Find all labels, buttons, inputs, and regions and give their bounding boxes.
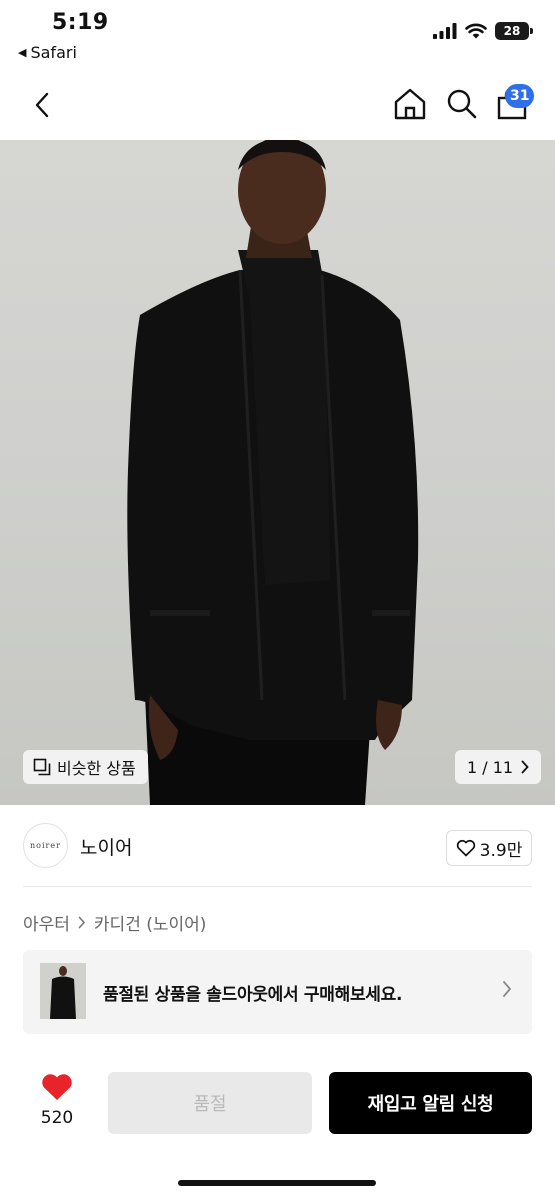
back-triangle-icon: ◀ <box>18 46 27 59</box>
soldout-banner[interactable]: 품절된 상품을 솔드아웃에서 구매해보세요. <box>23 950 532 1034</box>
soldout-button: 품절 <box>108 1072 312 1134</box>
chevron-right-icon <box>503 981 512 997</box>
breadcrumb: 아우터 카디건 (노이어) <box>23 910 206 935</box>
image-counter-label: 1 / 11 <box>467 757 514 777</box>
similar-products-label: 비슷한 상품 <box>57 759 136 778</box>
back-button[interactable] <box>26 88 58 122</box>
model-photo <box>127 140 419 805</box>
home-button[interactable] <box>392 86 428 122</box>
heart-outline-icon <box>456 839 475 857</box>
chevron-right-icon <box>521 760 529 774</box>
chevron-left-icon <box>35 92 49 118</box>
heart-filled-icon <box>42 1074 72 1100</box>
divider <box>23 886 532 887</box>
status-bar: 5:19 ◀ Safari 28 <box>0 0 555 70</box>
image-counter[interactable]: 1 / 11 <box>455 750 542 784</box>
cart-count-badge: 31 <box>505 84 535 108</box>
home-indicator[interactable] <box>178 1180 376 1186</box>
search-icon <box>447 89 477 119</box>
restock-alert-button[interactable]: 재입고 알림 신청 <box>329 1072 532 1134</box>
chevron-right-icon <box>78 916 85 929</box>
back-app-label: Safari <box>30 43 77 62</box>
brand-name[interactable]: 노이어 <box>80 833 132 860</box>
breadcrumb-cardigan[interactable]: 카디건 (노이어) <box>94 910 207 935</box>
brand-row: noirer 노이어 3.9만 <box>0 805 555 887</box>
product-like-count: 520 <box>40 1108 74 1128</box>
brand-like-count: 3.9만 <box>479 840 523 861</box>
status-time: 5:19 <box>52 10 109 35</box>
system-icons: 28 <box>433 22 533 40</box>
battery-indicator: 28 <box>495 22 533 40</box>
signal-icon <box>433 23 457 39</box>
copy-icon <box>33 758 51 776</box>
product-like-button[interactable]: 520 <box>34 1072 80 1128</box>
similar-products-button[interactable]: 비슷한 상품 <box>23 750 148 784</box>
banner-thumbnail <box>40 963 86 1019</box>
back-to-app-link[interactable]: ◀ Safari <box>18 43 77 62</box>
product-image[interactable] <box>0 140 555 805</box>
brand-logo[interactable]: noirer <box>23 823 68 868</box>
search-button[interactable] <box>444 86 480 122</box>
thumbnail-photo <box>40 963 86 1019</box>
home-icon <box>394 88 426 120</box>
top-nav <box>0 70 555 140</box>
brand-like-button[interactable]: 3.9만 <box>446 830 532 866</box>
breadcrumb-outer[interactable]: 아우터 <box>23 910 70 935</box>
wifi-icon <box>465 23 487 39</box>
soldout-banner-text: 품절된 상품을 솔드아웃에서 구매해보세요. <box>103 985 403 1005</box>
